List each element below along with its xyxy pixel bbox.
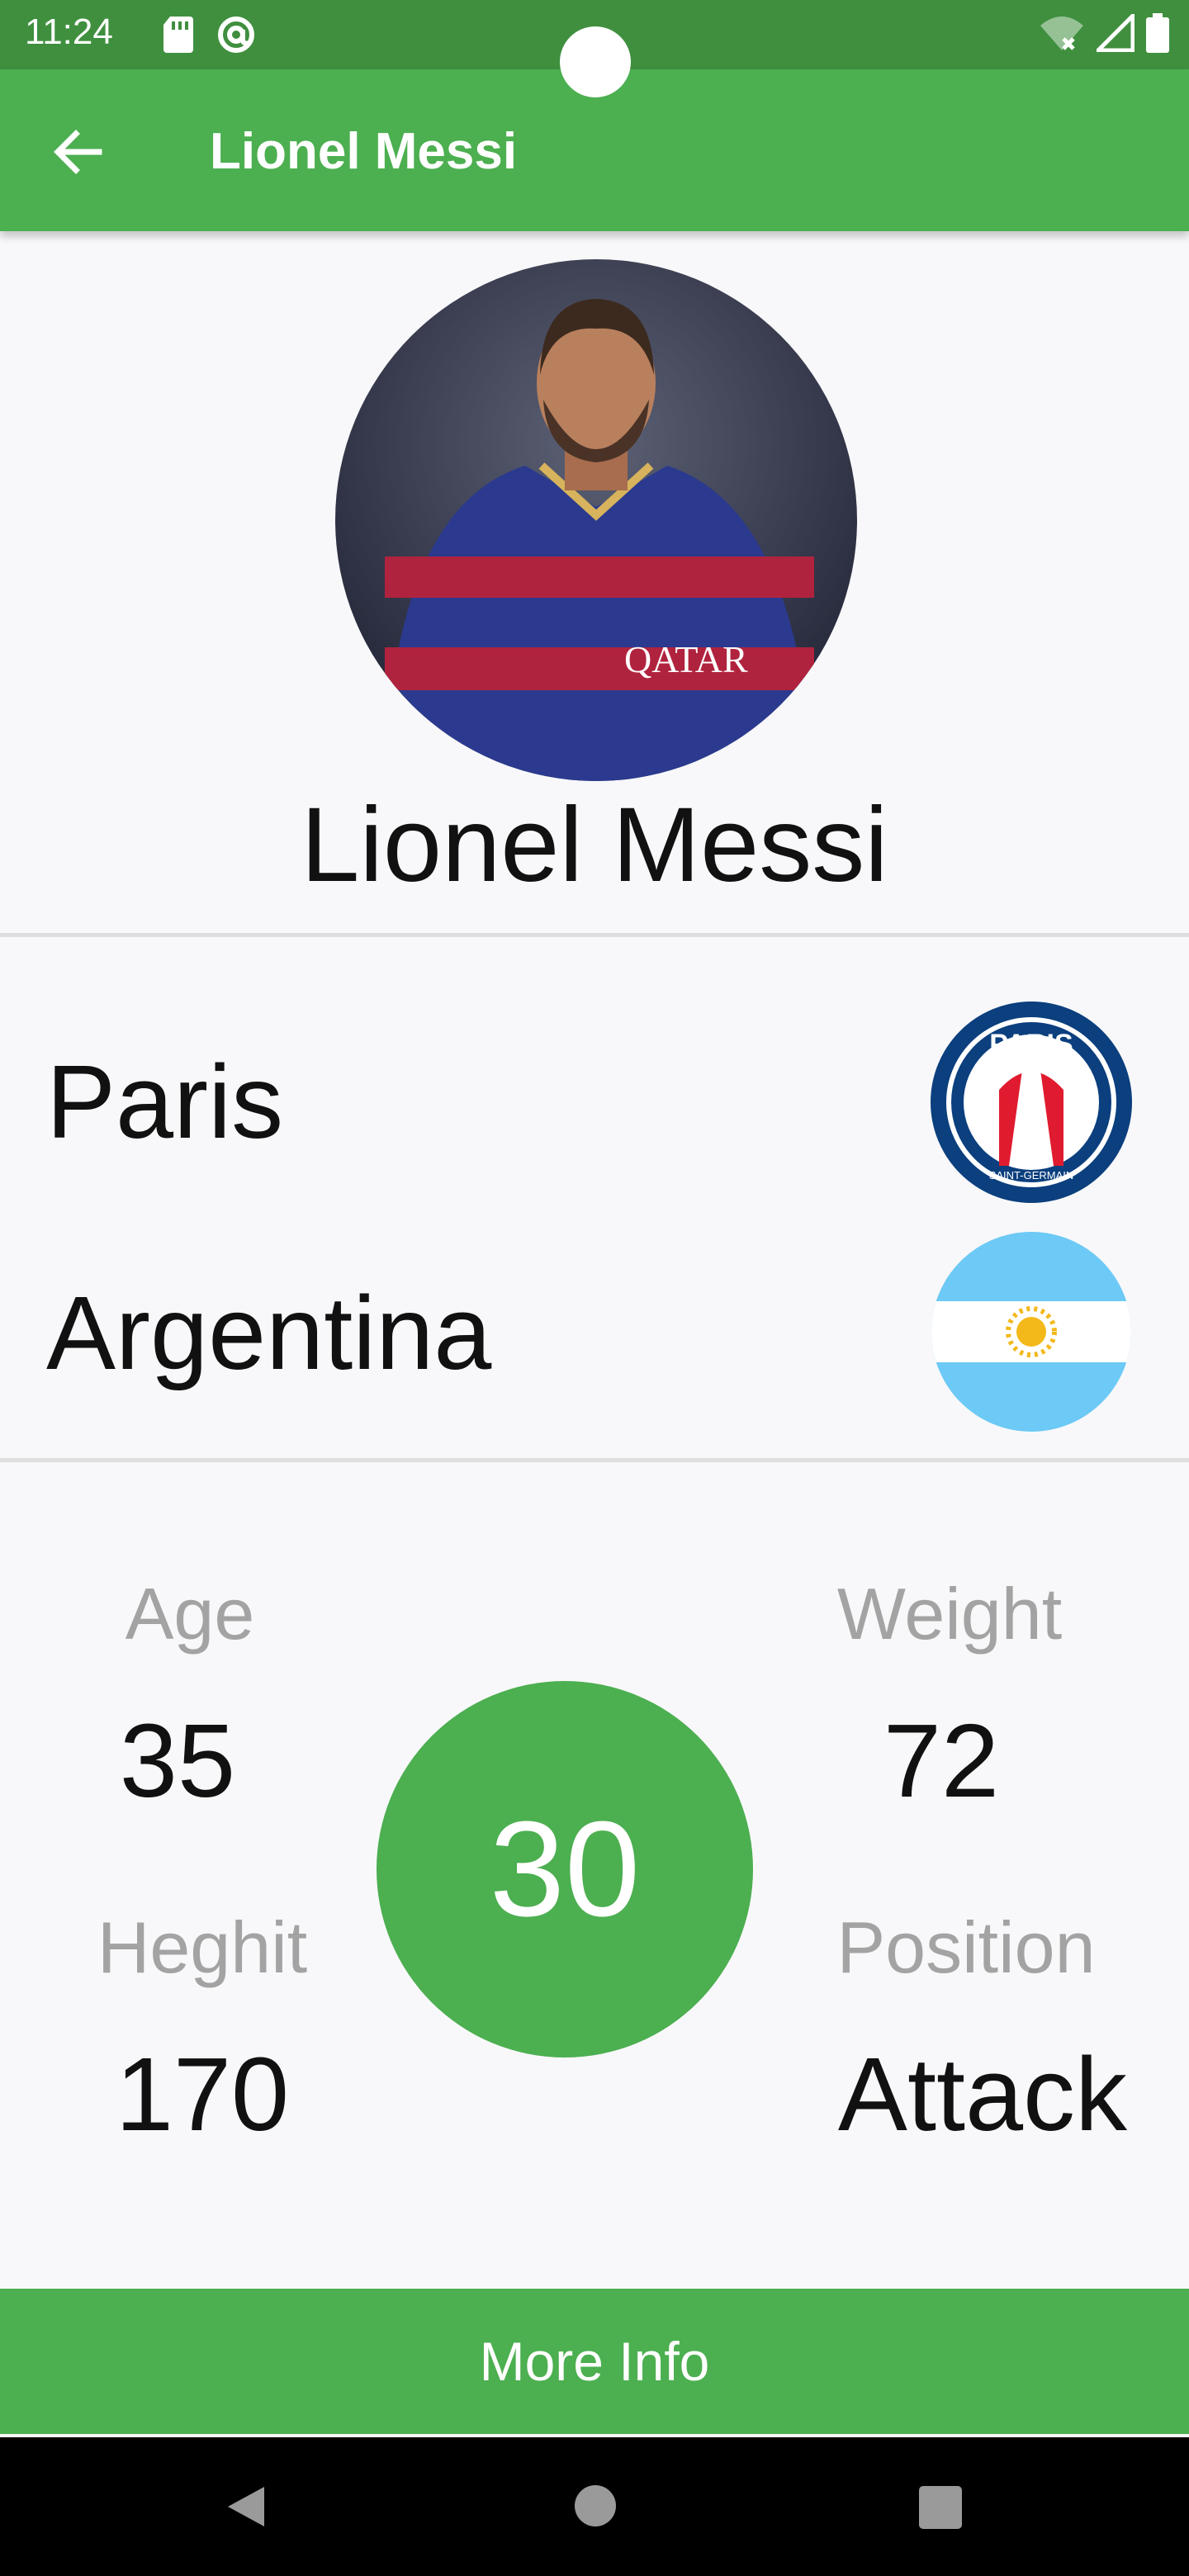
- position-label: Position: [836, 1906, 1096, 1988]
- more-info-button[interactable]: More Info: [0, 2289, 1189, 2434]
- psg-logo-text: PARIS: [989, 1029, 1073, 1060]
- nav-bar: [0, 2437, 1189, 2576]
- status-time: 11:24: [25, 12, 113, 52]
- arrow-left-icon[interactable]: [48, 122, 107, 182]
- wifi-icon: [1040, 17, 1083, 50]
- psg-logo: PARIS SAINT-GERMAIN: [931, 1002, 1132, 1203]
- player-name: Lionel Messi: [301, 786, 888, 904]
- more-info-label: More Info: [479, 2331, 710, 2392]
- weight-label: Weight: [836, 1573, 1063, 1655]
- age-value: 35: [119, 1702, 236, 1819]
- recents-square-icon[interactable]: [918, 2485, 963, 2530]
- app-bar-title: Lionel Messi: [210, 123, 518, 180]
- at-sign-icon: [218, 17, 254, 53]
- battery-icon: [1146, 13, 1169, 53]
- home-circle-icon[interactable]: [573, 2484, 618, 2528]
- rating-value: 30: [489, 1793, 641, 1944]
- rating-circle: 30: [377, 1681, 753, 2057]
- divider-bottom: [0, 1458, 1189, 1462]
- signal-icon: [1097, 14, 1135, 52]
- height-label: Heghit: [97, 1906, 308, 1988]
- nation-label: Argentina: [46, 1275, 492, 1391]
- svg-text:QATAR: QATAR: [624, 638, 748, 680]
- age-label: Age: [125, 1573, 255, 1655]
- back-triangle-icon[interactable]: [223, 2484, 269, 2530]
- sd-card-icon: [163, 17, 193, 53]
- weight-value: 72: [883, 1702, 1000, 1819]
- player-photo: QATAR: [335, 259, 857, 781]
- camera-cutout: [560, 26, 631, 97]
- position-value: Attack: [837, 2036, 1128, 2152]
- divider-top: [0, 933, 1189, 937]
- argentina-flag: [931, 1232, 1131, 1432]
- club-label: Paris: [46, 1044, 284, 1160]
- psg-logo-subtext: SAINT-GERMAIN: [989, 1169, 1074, 1181]
- height-value: 170: [115, 2036, 290, 2152]
